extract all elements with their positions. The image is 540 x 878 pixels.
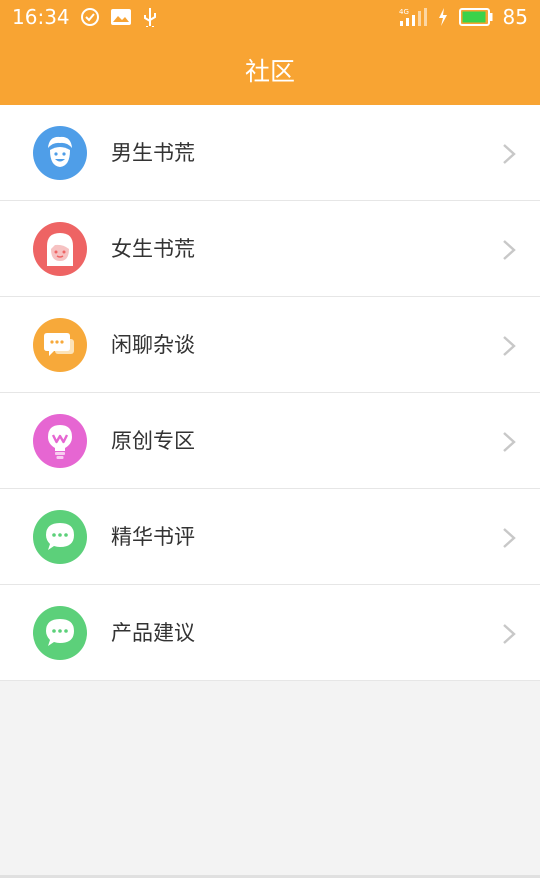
list-item-chat[interactable]: 闲聊杂谈	[0, 297, 540, 393]
chat-bubble-icon	[33, 606, 87, 660]
image-icon	[110, 8, 132, 26]
chat-bubbles-icon	[33, 318, 87, 372]
list-item-label: 男生书荒	[111, 141, 195, 165]
usb-icon	[142, 7, 158, 27]
girl-face-icon	[33, 222, 87, 276]
chevron-right-icon	[503, 240, 516, 260]
battery-level: 85	[502, 5, 528, 29]
check-circle-icon	[80, 7, 100, 27]
chevron-right-icon	[503, 336, 516, 356]
status-time: 16:34	[12, 5, 70, 29]
list-item-boys-books[interactable]: 男生书荒	[0, 105, 540, 201]
chevron-right-icon	[503, 624, 516, 644]
boy-face-icon	[33, 126, 87, 180]
list-item-label: 闲聊杂谈	[111, 333, 195, 357]
status-left: 16:34	[12, 5, 158, 29]
community-list: 男生书荒 女生书荒 闲聊杂谈 原创专区 精华书评 产品建议	[0, 105, 540, 681]
chevron-right-icon	[503, 528, 516, 548]
signal-icon: 4G	[399, 7, 427, 27]
status-right: 4G 85	[399, 5, 528, 29]
status-bar: 16:34 4G 85	[0, 0, 540, 34]
chat-bubble-icon	[33, 510, 87, 564]
list-item-label: 产品建议	[111, 621, 195, 645]
list-item-label: 原创专区	[111, 429, 195, 453]
app-header: 16:34 4G 85 社区	[0, 0, 540, 105]
list-item-label: 精华书评	[111, 525, 195, 549]
list-item-girls-books[interactable]: 女生书荒	[0, 201, 540, 297]
list-item-suggestions[interactable]: 产品建议	[0, 585, 540, 681]
battery-icon	[458, 8, 493, 26]
list-item-reviews[interactable]: 精华书评	[0, 489, 540, 585]
charging-icon	[437, 7, 449, 27]
network-type: 4G	[399, 8, 409, 16]
chevron-right-icon	[503, 432, 516, 452]
list-item-label: 女生书荒	[111, 237, 195, 261]
page-title: 社区	[244, 57, 295, 86]
lightbulb-icon	[33, 414, 87, 468]
chevron-right-icon	[503, 144, 516, 164]
list-item-original[interactable]: 原创专区	[0, 393, 540, 489]
